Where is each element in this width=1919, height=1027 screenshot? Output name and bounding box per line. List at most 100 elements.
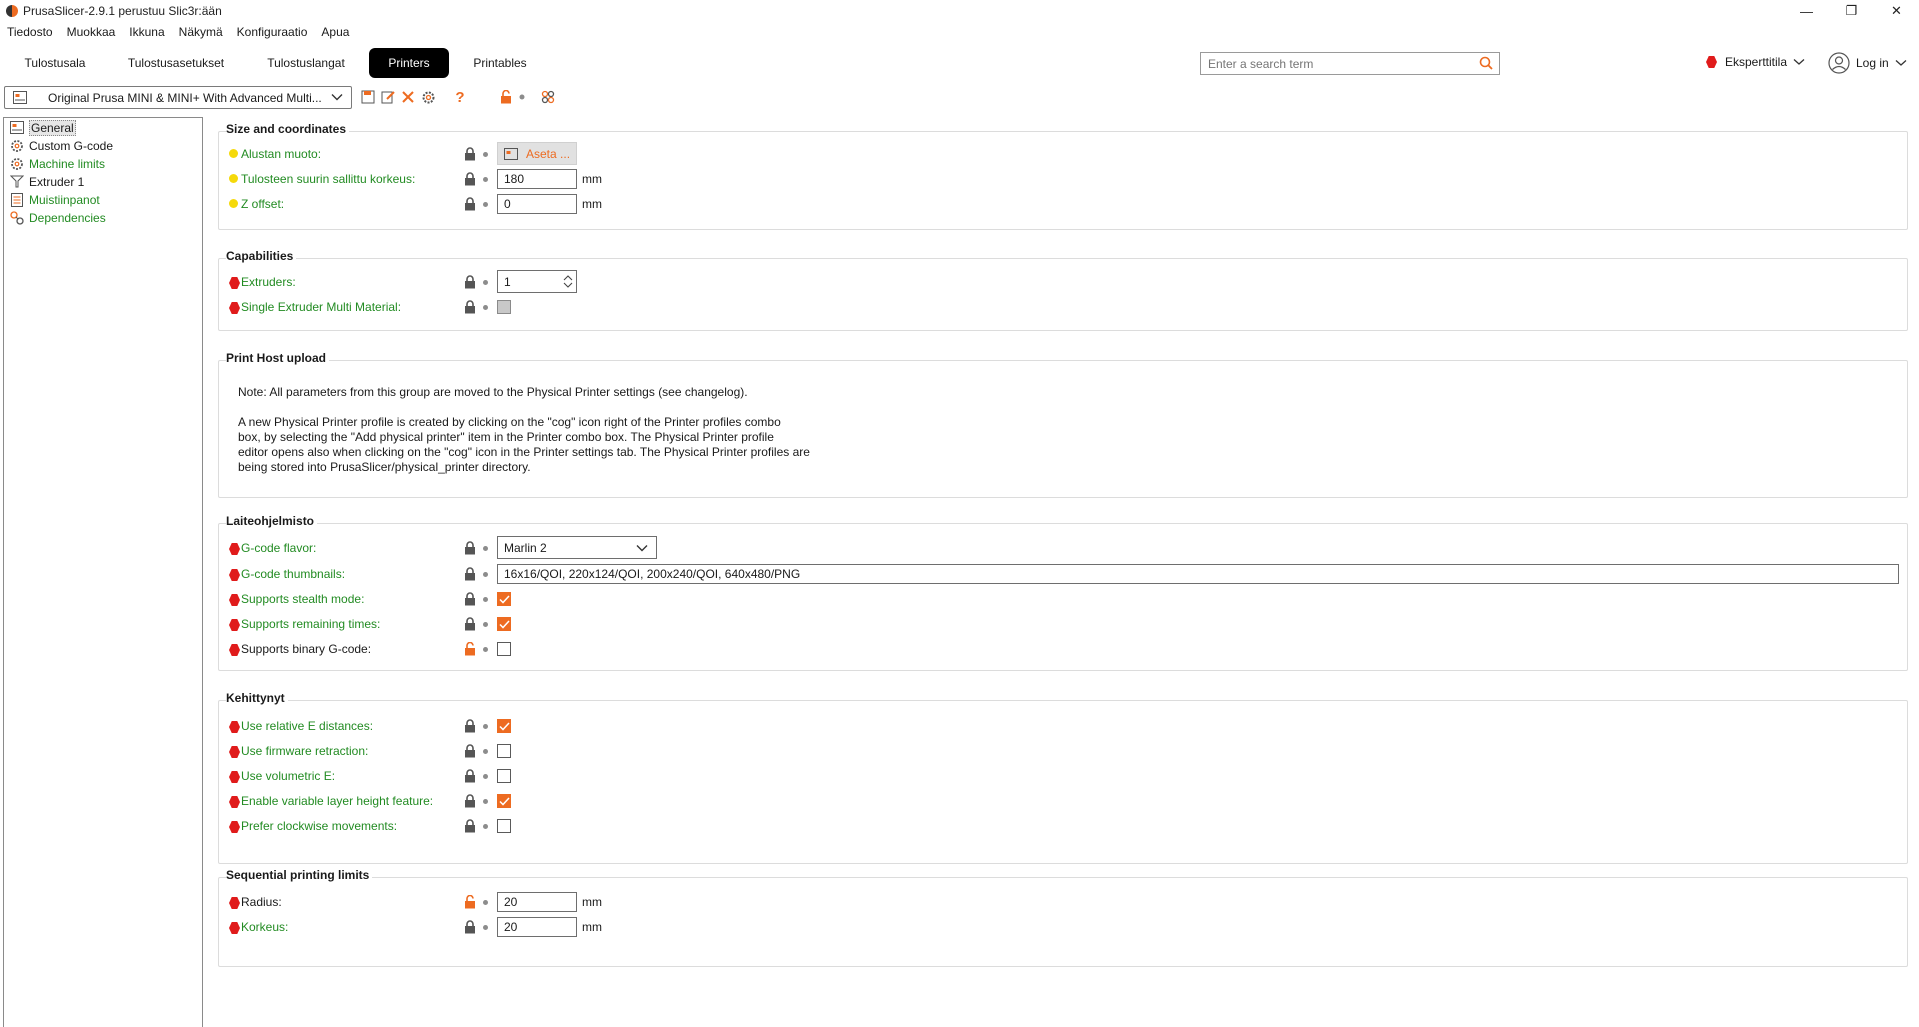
remaining-times-checkbox[interactable] <box>497 617 511 631</box>
user-avatar-icon <box>1828 52 1850 74</box>
clockwise-movements-checkbox[interactable] <box>497 819 511 833</box>
lock-icon[interactable] <box>464 920 476 934</box>
sidebar-item-dependencies[interactable]: Dependencies <box>9 209 106 226</box>
tab-plater[interactable]: Tulostusala <box>8 48 102 78</box>
settings-content: Size and coordinates Alustan muoto: Aset… <box>203 117 1919 1027</box>
unlock-icon[interactable] <box>464 895 476 909</box>
search-icon[interactable] <box>1479 56 1493 70</box>
question-mark-icon[interactable]: ? <box>452 89 468 106</box>
menu-help[interactable]: Apua <box>321 25 349 39</box>
sidebar-item-notes[interactable]: Muistiinpanot <box>9 191 100 208</box>
gcode-flavor-select[interactable]: Marlin 2 <box>497 536 657 559</box>
lock-icon[interactable] <box>464 819 476 833</box>
lock-icon[interactable] <box>464 172 476 186</box>
system-value-dot-icon <box>483 925 488 930</box>
system-value-dot-icon <box>483 900 488 905</box>
close-button[interactable]: ✕ <box>1874 0 1919 22</box>
delete-preset-icon[interactable] <box>400 89 416 105</box>
system-value-dot-icon <box>483 572 488 577</box>
group-size-coordinates: Size and coordinates Alustan muoto: Aset… <box>218 122 1908 230</box>
maximize-button[interactable]: ❐ <box>1829 0 1874 22</box>
semm-checkbox[interactable] <box>497 300 511 314</box>
system-value-dot-icon <box>483 799 488 804</box>
expert-mode-icon <box>229 619 240 631</box>
sidebar-item-general[interactable]: General <box>9 119 76 136</box>
max-print-height-input[interactable]: 180 <box>497 169 577 189</box>
group-title: Kehittynyt <box>226 691 288 705</box>
simple-mode-dot-icon <box>229 174 238 183</box>
rename-preset-icon[interactable] <box>380 89 396 105</box>
simple-mode-dot-icon <box>229 149 238 158</box>
unlock-icon[interactable] <box>464 642 476 656</box>
expert-mode-icon <box>229 746 240 758</box>
login-button[interactable]: Log in <box>1828 52 1907 74</box>
sidebar-item-machine-limits[interactable]: Machine limits <box>9 155 105 172</box>
note-icon <box>9 192 24 207</box>
minimize-button[interactable]: — <box>1784 0 1829 22</box>
group-sequential-printing: Sequential printing limits Radius: 20 mm… <box>218 868 1908 967</box>
funnel-icon <box>9 175 24 189</box>
search-box <box>1200 52 1500 75</box>
unlock-icon[interactable] <box>498 89 514 105</box>
gcode-thumbnails-input[interactable]: 16x16/QOI, 220x124/QOI, 200x240/QOI, 640… <box>497 564 1899 584</box>
cog-icon[interactable] <box>420 89 436 105</box>
setting-row-relative-e: Use relative E distances: <box>219 716 1907 736</box>
sidebar-item-label: General <box>29 119 76 136</box>
binary-gcode-checkbox[interactable] <box>497 642 511 656</box>
lock-icon[interactable] <box>464 300 476 314</box>
printer-preset-combo[interactable]: Original Prusa MINI & MINI+ With Advance… <box>4 86 352 109</box>
firmware-retraction-checkbox[interactable] <box>497 744 511 758</box>
sidebar-item-extruder-1[interactable]: Extruder 1 <box>9 173 84 190</box>
setting-row-binary-gcode: Supports binary G-code: <box>219 639 1907 659</box>
extruders-spinner[interactable]: 1 <box>497 270 577 293</box>
radius-input[interactable]: 20 <box>497 892 577 912</box>
lock-icon[interactable] <box>464 719 476 733</box>
mode-selector[interactable]: Eksperttitila <box>1706 55 1805 69</box>
stealth-mode-checkbox[interactable] <box>497 592 511 606</box>
menu-file[interactable]: Tiedosto <box>7 25 53 39</box>
lock-icon[interactable] <box>464 197 476 211</box>
tab-printers[interactable]: Printers <box>369 48 449 78</box>
setting-row-radius: Radius: 20 mm <box>219 892 1907 912</box>
unit-label: mm <box>582 197 602 211</box>
tab-printables[interactable]: Printables <box>462 48 538 78</box>
preset-toolbar: Original Prusa MINI & MINI+ With Advance… <box>0 86 1919 110</box>
lock-icon[interactable] <box>464 147 476 161</box>
set-bed-shape-button[interactable]: Aseta ... <box>497 142 577 165</box>
tab-filament-settings[interactable]: Tulostuslangat <box>254 48 358 78</box>
relative-e-checkbox[interactable] <box>497 719 511 733</box>
lock-icon[interactable] <box>464 794 476 808</box>
set-bed-shape-label: Aseta ... <box>526 146 571 161</box>
sidebar-item-label: Dependencies <box>29 210 106 225</box>
system-value-dot-icon <box>483 749 488 754</box>
search-input[interactable] <box>1208 56 1468 71</box>
lock-icon[interactable] <box>464 617 476 631</box>
lock-icon[interactable] <box>464 275 476 289</box>
tab-print-settings[interactable]: Tulostusasetukset <box>118 48 234 78</box>
chevron-down-icon <box>636 545 648 552</box>
setting-row-variable-layer-height: Enable variable layer height feature: <box>219 791 1907 811</box>
z-offset-input[interactable]: 0 <box>497 194 577 214</box>
compare-presets-icon[interactable] <box>540 89 556 105</box>
menu-bar: Tiedosto Muokkaa Ikkuna Näkymä Konfigura… <box>0 22 363 42</box>
volumetric-e-checkbox[interactable] <box>497 769 511 783</box>
group-title: Laiteohjelmisto <box>226 514 318 528</box>
lock-icon[interactable] <box>464 592 476 606</box>
setting-row-z-offset: Z offset: 0 mm <box>219 194 1907 214</box>
variable-layer-height-checkbox[interactable] <box>497 794 511 808</box>
setting-label: Extruders: <box>241 275 296 289</box>
window-controls: — ❐ ✕ <box>1784 0 1919 22</box>
lock-icon[interactable] <box>464 744 476 758</box>
settings-page-tree: General Custom G-code Machine limits Ext… <box>3 117 203 1027</box>
lock-icon[interactable] <box>464 567 476 581</box>
menu-configuration[interactable]: Konfiguraatio <box>237 25 308 39</box>
menu-view[interactable]: Näkymä <box>179 25 223 39</box>
lock-icon[interactable] <box>464 541 476 555</box>
spinner-arrows-icon[interactable] <box>563 274 573 289</box>
save-preset-icon[interactable] <box>360 89 376 105</box>
lock-icon[interactable] <box>464 769 476 783</box>
sidebar-item-custom-gcode[interactable]: Custom G-code <box>9 137 113 154</box>
menu-edit[interactable]: Muokkaa <box>67 25 116 39</box>
height-input[interactable]: 20 <box>497 917 577 937</box>
menu-window[interactable]: Ikkuna <box>129 25 164 39</box>
